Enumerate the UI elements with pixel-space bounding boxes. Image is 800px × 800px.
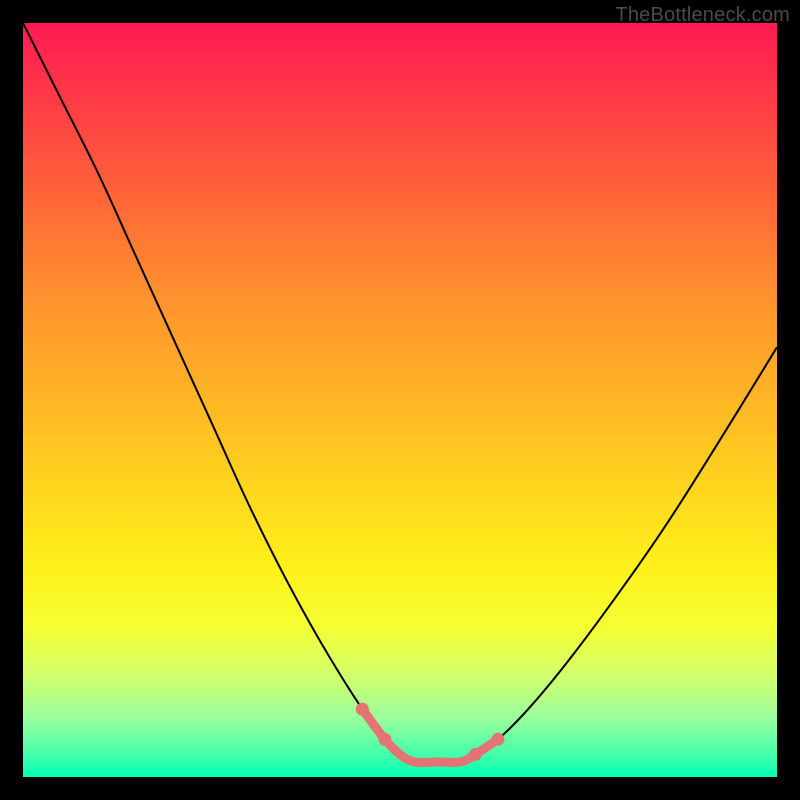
highlight-dot: [492, 733, 505, 746]
bottleneck-curve: [23, 23, 777, 763]
highlight-dot: [378, 733, 391, 746]
curve-svg: [23, 23, 777, 777]
highlight-dot: [469, 748, 482, 761]
highlight-dot: [356, 703, 369, 716]
watermark-text: TheBottleneck.com: [615, 4, 790, 27]
plot-area: [23, 23, 777, 777]
chart-frame: TheBottleneck.com: [0, 0, 800, 800]
